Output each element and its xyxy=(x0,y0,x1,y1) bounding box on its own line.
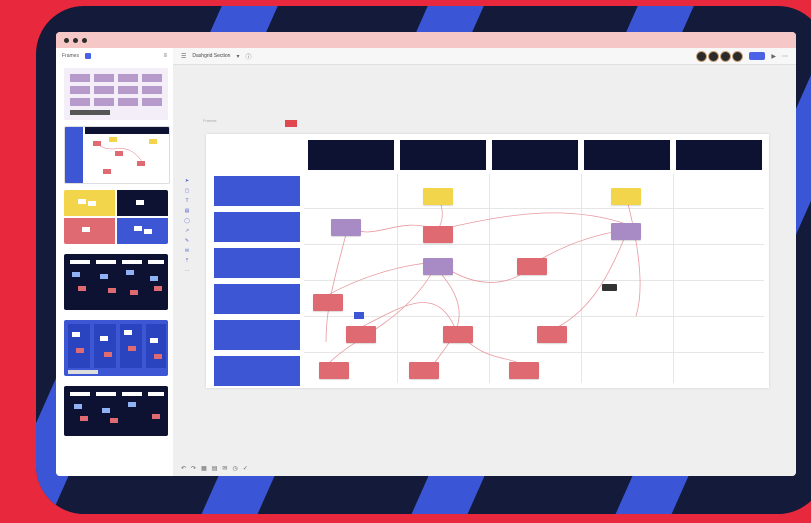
layers-icon[interactable]: ▤ xyxy=(212,465,218,472)
present-icon[interactable]: ▶ xyxy=(771,53,776,60)
frame-thumbnail-4[interactable] xyxy=(64,254,168,310)
avatar[interactable] xyxy=(732,50,744,62)
more-tools-icon[interactable]: ⋯ xyxy=(185,268,190,274)
board-canvas[interactable]: ☰ Dashgrid Section ▾ ⓘ ▶ ⋯ ➤ ▢ T ▤ ◯ ↗ ✎… xyxy=(173,48,796,476)
frame-thumbnail-1[interactable] xyxy=(64,68,168,120)
sticky-note[interactable] xyxy=(423,258,453,275)
sticky-note[interactable] xyxy=(443,326,473,343)
sticky-tool-icon[interactable]: ▤ xyxy=(185,208,190,214)
avatar[interactable] xyxy=(708,50,720,62)
frame-label: Frames xyxy=(203,118,217,123)
frame-thumbnail-5[interactable] xyxy=(64,320,168,376)
pen-tool-icon[interactable]: ✎ xyxy=(185,238,189,244)
prioritization-matrix[interactable] xyxy=(206,134,769,388)
vote-icon[interactable]: ✓ xyxy=(243,465,248,472)
info-icon[interactable]: ⓘ xyxy=(245,52,251,61)
comment-tool-icon[interactable]: ✉ xyxy=(185,248,189,254)
window-minimize-button[interactable] xyxy=(73,37,78,43)
sticky-note[interactable] xyxy=(517,258,547,275)
sticky-note[interactable] xyxy=(423,226,453,243)
frame-thumbnail-6[interactable] xyxy=(64,386,168,436)
frames-view-icon[interactable] xyxy=(84,53,91,59)
sticky-note[interactable] xyxy=(611,188,641,205)
avatar[interactable] xyxy=(720,50,732,62)
top-toolbar: ☰ Dashgrid Section ▾ ⓘ ▶ ⋯ xyxy=(173,48,796,65)
window-maximize-button[interactable] xyxy=(82,37,87,43)
sidebar-header: Frames ≡ xyxy=(56,48,173,64)
drawing-toolbar: ➤ ▢ T ▤ ◯ ↗ ✎ ✉ ⤒ ⋯ xyxy=(182,178,192,274)
promo-frame: Frames ≡ ☰ Dashgrid Section ▾ ⓘ ▶ ⋯ ➤ ▢ … xyxy=(36,6,811,514)
board-name[interactable]: Dashgrid Section xyxy=(192,53,230,59)
text-tool-icon[interactable]: T xyxy=(185,198,188,204)
sticky-note[interactable] xyxy=(331,219,361,236)
sticky-note[interactable] xyxy=(509,362,539,379)
bottom-toolbar: ↶ ↷ ▦ ▤ ✉ ◷ ✓ xyxy=(173,460,796,476)
window-close-button[interactable] xyxy=(64,37,69,43)
timer-icon[interactable]: ◷ xyxy=(232,465,237,472)
sticky-note[interactable] xyxy=(537,326,567,343)
chevron-down-icon[interactable]: ▾ xyxy=(236,53,239,60)
connector-tool-icon[interactable]: ↗ xyxy=(185,228,189,234)
sticky-note[interactable] xyxy=(409,362,439,379)
collaborator-cursor-tag xyxy=(354,312,365,319)
frame-thumbnail-2[interactable] xyxy=(64,126,170,184)
avatar[interactable] xyxy=(696,50,708,62)
window-titlebar xyxy=(56,32,796,48)
select-tool-icon[interactable]: ➤ xyxy=(185,178,189,184)
connector-lines xyxy=(325,195,641,367)
menu-icon[interactable]: ☰ xyxy=(181,53,186,60)
redo-icon[interactable]: ↷ xyxy=(191,465,196,472)
sidebar-menu-icon[interactable]: ≡ xyxy=(163,53,167,59)
more-icon[interactable]: ⋯ xyxy=(782,53,788,60)
upload-tool-icon[interactable]: ⤒ xyxy=(186,258,188,264)
share-button[interactable] xyxy=(749,52,766,60)
comment-icon[interactable]: ✉ xyxy=(222,465,227,472)
frame-tool-icon[interactable]: ▢ xyxy=(185,188,190,194)
sticky-note[interactable] xyxy=(611,223,641,240)
sticky-note[interactable] xyxy=(319,362,349,379)
sticky-note[interactable] xyxy=(423,188,453,205)
sticky-note[interactable] xyxy=(346,326,376,343)
sticky-note[interactable] xyxy=(313,294,343,311)
annotation-mark xyxy=(696,230,697,235)
undo-icon[interactable]: ↶ xyxy=(181,465,186,472)
grid-icon[interactable]: ▦ xyxy=(201,465,207,472)
collaborator-cursor-tag xyxy=(285,120,297,127)
collaborator-avatars[interactable] xyxy=(696,50,744,62)
sidebar-title: Frames xyxy=(62,53,79,59)
frames-sidebar: Frames ≡ xyxy=(56,48,174,476)
frame-thumbnail-3[interactable] xyxy=(64,190,168,244)
app-window: Frames ≡ ☰ Dashgrid Section ▾ ⓘ ▶ ⋯ ➤ ▢ … xyxy=(56,32,796,476)
shape-tool-icon[interactable]: ◯ xyxy=(184,218,190,224)
cursor-tooltip xyxy=(602,284,617,291)
